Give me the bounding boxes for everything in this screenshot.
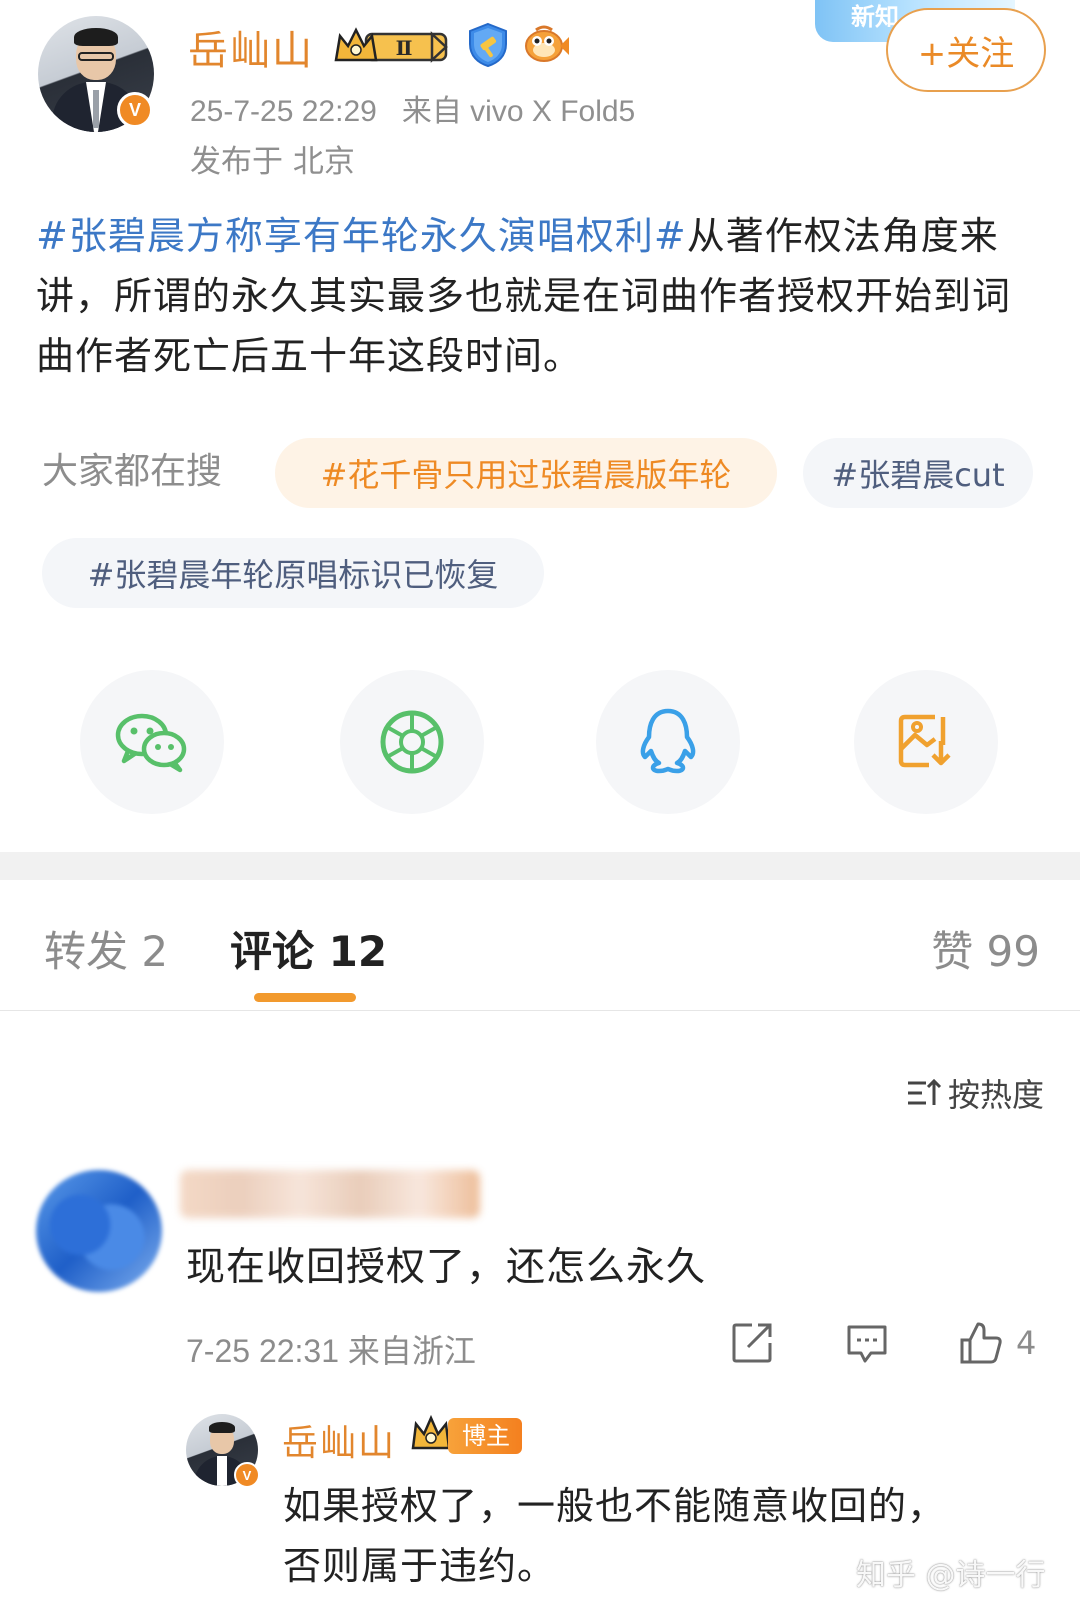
crown-level-badge-icon[interactable]: Ⅱ bbox=[334, 26, 454, 66]
post-location: 发布于 北京 bbox=[190, 144, 355, 180]
share-qq-button[interactable] bbox=[596, 670, 740, 814]
trending-chip[interactable]: #花千骨只用过张碧晨版年轮 bbox=[275, 438, 777, 508]
verified-badge-icon: V bbox=[117, 92, 153, 128]
commenter-name-blurred[interactable] bbox=[180, 1170, 480, 1218]
level-badge-text: Ⅱ bbox=[396, 36, 413, 60]
sort-icon bbox=[907, 1078, 942, 1105]
post-body: #张碧晨方称享有年轮永久演唱权利#从著作权法角度来讲，所谓的永久其实最多也就是在… bbox=[36, 206, 1046, 386]
trending-chip[interactable]: #张碧晨cut bbox=[803, 438, 1033, 508]
save-image-icon bbox=[898, 714, 951, 768]
share-out-icon bbox=[732, 1323, 772, 1363]
thumbs-up-icon bbox=[960, 1322, 1002, 1364]
follow-button[interactable]: +关注 bbox=[886, 8, 1046, 92]
reply-author-name[interactable]: 岳屾山 bbox=[282, 1414, 396, 1466]
watermark: 知乎 @诗一行 bbox=[856, 1558, 1046, 1593]
moments-icon bbox=[380, 710, 444, 774]
post-hashtag[interactable]: #张碧晨方称享有年轮永久演唱权利# bbox=[36, 214, 687, 258]
qq-icon bbox=[640, 708, 696, 774]
shield-gavel-icon[interactable] bbox=[466, 22, 510, 68]
verified-badge-icon: V bbox=[234, 1462, 260, 1488]
active-tab-indicator bbox=[254, 993, 356, 1002]
comment-icon bbox=[847, 1325, 887, 1363]
comment-like-count: 4 bbox=[1016, 1324, 1037, 1362]
fish-badge-icon[interactable] bbox=[520, 24, 570, 66]
commenter-avatar[interactable] bbox=[36, 1170, 162, 1292]
tab-comments[interactable]: 评论 12 bbox=[230, 918, 387, 979]
section-divider bbox=[0, 852, 1080, 880]
author-name[interactable]: 岳屾山 bbox=[188, 18, 314, 76]
comment-like-button[interactable]: 4 bbox=[958, 1318, 1036, 1368]
save-image-button[interactable] bbox=[854, 670, 998, 814]
tab-likes[interactable]: 赞 99 bbox=[931, 918, 1040, 979]
crown-icon bbox=[410, 1414, 452, 1454]
trending-search-label: 大家都在搜 bbox=[42, 451, 223, 492]
share-moments-button[interactable] bbox=[340, 670, 484, 814]
tab-divider bbox=[0, 1010, 1080, 1011]
wechat-icon bbox=[115, 713, 187, 773]
sort-by-hot-button[interactable]: 按热度 bbox=[906, 1070, 1044, 1116]
sort-label: 按热度 bbox=[947, 1076, 1044, 1114]
comment-share-button[interactable] bbox=[730, 1318, 774, 1368]
comment-text: 现在收回授权了，还怎么永久 bbox=[186, 1245, 707, 1290]
comment-meta: 7-25 22:31 来自浙江 bbox=[186, 1333, 476, 1369]
share-wechat-button[interactable] bbox=[80, 670, 224, 814]
author-tag-badge: 博主 bbox=[448, 1418, 522, 1454]
comment-reply-button[interactable] bbox=[845, 1318, 889, 1368]
trending-chip[interactable]: #张碧晨年轮原唱标识已恢复 bbox=[42, 538, 544, 608]
tab-repost[interactable]: 转发 2 bbox=[44, 918, 168, 979]
post-timestamp-source: 25-7-25 22:29 来自 vivo X Fold5 bbox=[190, 95, 636, 128]
